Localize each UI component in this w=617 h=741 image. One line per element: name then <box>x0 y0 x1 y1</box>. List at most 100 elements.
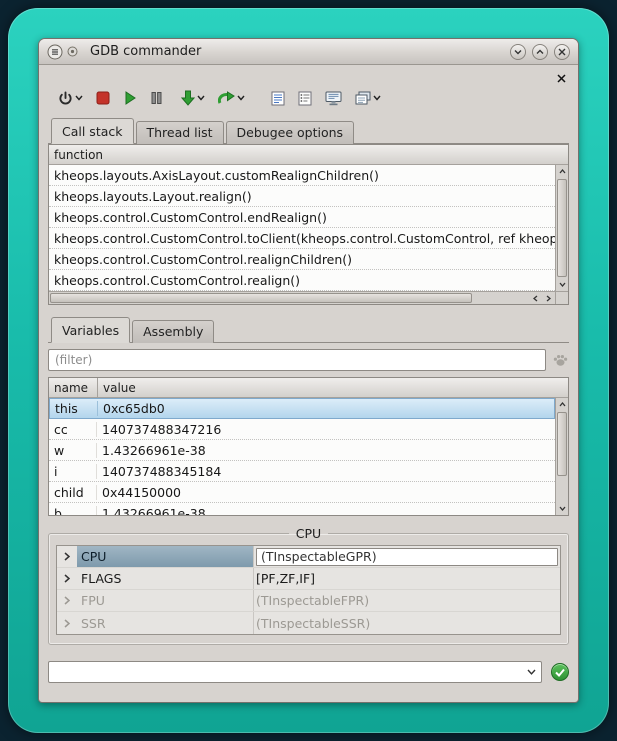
dropdown-chevron-icon <box>75 95 83 101</box>
gdb-command-combobox[interactable] <box>48 661 542 683</box>
dropdown-chevron-icon <box>237 95 245 101</box>
variable-row[interactable]: cc 140737488347216 <box>49 419 555 440</box>
tab-variables[interactable]: Variables <box>51 317 130 343</box>
variables-vertical-scrollbar[interactable] <box>555 398 568 515</box>
variable-row[interactable]: b 1.43266961e-38 <box>49 503 555 515</box>
stop-button[interactable] <box>92 88 114 108</box>
tab-call-stack[interactable]: Call stack <box>51 118 134 144</box>
scroll-thumb[interactable] <box>557 179 567 277</box>
watch-monitor-icon <box>325 91 342 106</box>
expand-chevron-icon[interactable] <box>57 619 77 628</box>
scroll-left-icon[interactable] <box>529 292 542 305</box>
step-into-icon <box>181 90 195 106</box>
maximize-button[interactable] <box>532 44 548 60</box>
close-button[interactable] <box>554 44 570 60</box>
name-column-header[interactable]: name <box>49 381 97 395</box>
cpu-row-value[interactable]: (TInspectableSSR) <box>253 612 560 634</box>
debug-toolbar <box>48 84 569 112</box>
scroll-right-icon[interactable] <box>542 292 555 305</box>
ok-check-icon <box>555 668 565 677</box>
call-stack-row[interactable]: kheops.control.CustomControl.realignChil… <box>49 249 555 270</box>
cpu-row-value[interactable]: [PF,ZF,IF] <box>253 568 560 589</box>
call-stack-row[interactable]: kheops.control.CustomControl.endRealign(… <box>49 207 555 228</box>
minimize-button[interactable] <box>510 44 526 60</box>
command-line-row <box>48 661 569 683</box>
mid-tabbar: Variables Assembly <box>48 319 569 343</box>
variable-row-selected[interactable]: this 0xc65db0 <box>49 398 555 419</box>
call-stack-panel: function kheops.layouts.AxisLayout.custo… <box>48 144 569 305</box>
variable-row[interactable]: child 0x44150000 <box>49 482 555 503</box>
call-stack-horizontal-scrollbar[interactable] <box>49 291 568 304</box>
cpu-row-label[interactable]: SSR <box>77 612 253 634</box>
output-list-icon <box>298 91 312 106</box>
dropdown-chevron-icon <box>197 95 205 101</box>
function-column-header[interactable]: function <box>49 148 108 162</box>
call-stack-row[interactable]: kheops.control.CustomControl.toClient(kh… <box>49 228 555 249</box>
tab-assembly[interactable]: Assembly <box>132 320 214 343</box>
stop-icon <box>96 91 110 105</box>
send-command-button[interactable] <box>551 663 569 681</box>
scrollbar-corner <box>555 292 568 304</box>
cpu-inspector: CPU (TInspectableGPR) FLAGS [PF,ZF,IF] F… <box>56 545 561 635</box>
run-button[interactable] <box>119 88 141 108</box>
cpu-row-value-editor[interactable]: (TInspectableGPR) <box>256 548 558 566</box>
cpu-group-title: CPU <box>289 526 328 541</box>
call-stack-rows: kheops.layouts.AxisLayout.customRealignC… <box>49 165 555 291</box>
variables-rows: this 0xc65db0 cc 140737488347216 w 1.432… <box>49 398 555 515</box>
value-column-header[interactable]: value <box>98 381 141 395</box>
dock-close-button[interactable] <box>554 71 568 85</box>
call-stack-row[interactable]: kheops.control.CustomControl.realign() <box>49 270 555 291</box>
scroll-up-icon[interactable] <box>556 398 569 411</box>
dropdown-chevron-icon <box>373 95 381 101</box>
windows-cascade-icon <box>355 91 371 105</box>
cpu-row-label[interactable]: FLAGS <box>77 568 253 589</box>
windows-cascade-button[interactable] <box>351 88 385 108</box>
filter-input[interactable] <box>48 349 546 371</box>
variable-row[interactable]: i 140737488345184 <box>49 461 555 482</box>
scroll-down-icon[interactable] <box>556 502 569 515</box>
window-title: GDB commander <box>90 44 201 59</box>
run-icon <box>123 91 137 105</box>
step-into-button[interactable] <box>177 87 209 109</box>
cpu-row-label[interactable]: FPU <box>77 590 253 611</box>
expand-chevron-icon[interactable] <box>57 574 77 583</box>
menu-circle-icon[interactable] <box>47 44 63 60</box>
power-button[interactable] <box>54 88 87 109</box>
cpu-groupbox: CPU CPU (TInspectableGPR) FLAGS [PF,ZF,I… <box>48 526 569 645</box>
scroll-thumb[interactable] <box>50 293 472 303</box>
scroll-thumb[interactable] <box>557 412 567 476</box>
variables-header[interactable]: name value <box>49 378 568 398</box>
call-stack-row[interactable]: kheops.layouts.AxisLayout.customRealignC… <box>49 165 555 186</box>
expand-chevron-icon[interactable] <box>57 552 77 561</box>
tab-thread-list[interactable]: Thread list <box>136 121 224 144</box>
step-over-button[interactable] <box>214 88 249 108</box>
breakpoints-button[interactable] <box>267 88 289 109</box>
step-over-icon <box>218 91 235 105</box>
filter-row <box>48 349 569 371</box>
pause-icon <box>150 91 163 105</box>
cpu-row-gpr[interactable]: CPU (TInspectableGPR) <box>57 546 560 568</box>
breakpoints-doc-icon <box>271 91 285 106</box>
cpu-row-flags[interactable]: FLAGS [PF,ZF,IF] <box>57 568 560 590</box>
tab-debugee-options[interactable]: Debugee options <box>226 121 355 144</box>
cpu-row-value[interactable]: (TInspectableFPR) <box>253 590 560 611</box>
variable-row[interactable]: w 1.43266961e-38 <box>49 440 555 461</box>
combo-dropdown-icon[interactable] <box>521 662 541 682</box>
cpu-row-fpu[interactable]: FPU (TInspectableFPR) <box>57 590 560 612</box>
cpu-row-ssr[interactable]: SSR (TInspectableSSR) <box>57 612 560 634</box>
call-stack-vertical-scrollbar[interactable] <box>555 165 568 291</box>
gdb-command-input[interactable] <box>49 662 521 682</box>
scroll-up-icon[interactable] <box>556 165 569 178</box>
cpu-row-label[interactable]: CPU <box>77 546 253 567</box>
filter-paw-icon[interactable] <box>552 353 569 367</box>
watch-monitor-button[interactable] <box>321 88 346 109</box>
scroll-down-icon[interactable] <box>556 278 569 291</box>
top-tabbar: Call stack Thread list Debugee options <box>48 120 569 144</box>
app-dot-icon <box>67 46 78 57</box>
titlebar[interactable]: GDB commander <box>39 39 578 65</box>
call-stack-header[interactable]: function <box>49 145 568 165</box>
expand-chevron-icon[interactable] <box>57 596 77 605</box>
output-list-button[interactable] <box>294 88 316 109</box>
call-stack-row[interactable]: kheops.layouts.Layout.realign() <box>49 186 555 207</box>
pause-button[interactable] <box>146 88 167 108</box>
